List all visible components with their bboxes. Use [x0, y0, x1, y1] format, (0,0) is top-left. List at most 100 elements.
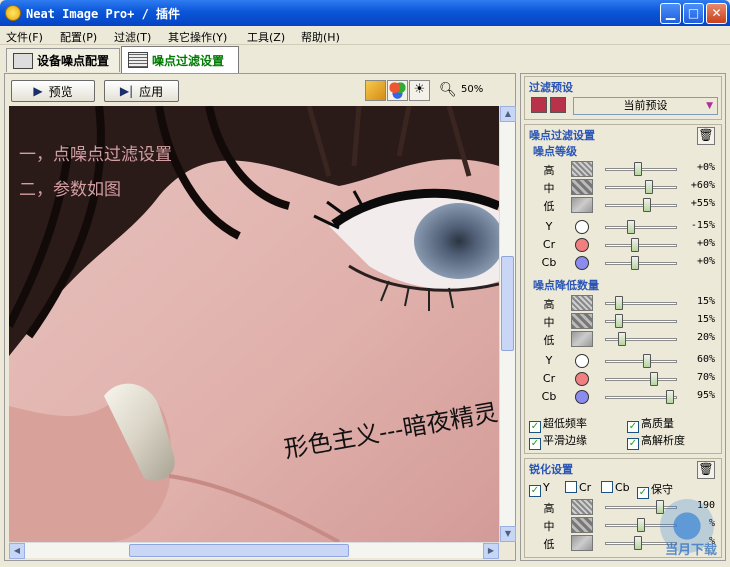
channel-label: Cr: [579, 481, 592, 494]
slider-track[interactable]: [605, 186, 677, 189]
noise-filter-settings-title: 噪点过滤设置: [529, 129, 595, 142]
scroll-left-arrow[interactable]: ◀: [9, 543, 25, 559]
slider-value: 20%: [696, 332, 715, 343]
frequency-texture-icon: [571, 535, 593, 551]
instruction-step1: 一，点噪点过滤设置: [19, 145, 172, 165]
menu-file[interactable]: 文件(F): [6, 29, 43, 45]
vertical-scrollbar[interactable]: ▲ ▼: [499, 106, 516, 542]
filter-preset-section: 过滤预设 当前预设 ▼: [524, 76, 722, 120]
option-label: 高质量: [641, 417, 674, 430]
preset-dropdown[interactable]: 当前预设 ▼: [573, 97, 718, 115]
slider-track[interactable]: [605, 244, 677, 247]
slider-knob[interactable]: [665, 390, 674, 404]
apply-icon: ▶|: [119, 84, 134, 98]
slider-value: 70%: [696, 372, 715, 383]
menu-help[interactable]: 帮助(H): [301, 29, 340, 45]
checkbox-icon: [565, 481, 577, 493]
slider-knob[interactable]: [643, 198, 652, 212]
slider-label: 高: [543, 164, 555, 177]
slider-track[interactable]: [605, 360, 677, 363]
slider-row: 高 15%: [531, 295, 721, 311]
preview-pane: ▶ 预览 ▶| 应用 ☀ 🔍︎ 50% 一，点噪点过滤设置 二，参数如图 形色主…: [4, 73, 516, 561]
slider-knob[interactable]: [649, 372, 658, 386]
open-preset-icon[interactable]: [531, 97, 547, 113]
brightness-icon[interactable]: ☀: [409, 80, 430, 101]
horizontal-scroll-thumb[interactable]: [129, 544, 349, 557]
sharpen-channel-cr[interactable]: Cr: [565, 481, 591, 494]
layers-icon[interactable]: [365, 80, 386, 101]
save-preset-icon[interactable]: [550, 97, 566, 113]
channel-color-icon: [575, 220, 589, 234]
menu-other[interactable]: 其它操作(Y): [168, 29, 227, 45]
menu-tools[interactable]: 工具(Z): [247, 29, 285, 45]
channel-label: Y: [543, 481, 550, 494]
frequency-texture-icon: [571, 197, 593, 213]
preset-dropdown-value: 当前预设: [623, 99, 668, 112]
slider-knob[interactable]: [633, 536, 642, 550]
slider-value: 60%: [696, 354, 715, 365]
channel-color-icon: [575, 238, 589, 252]
frequency-texture-icon: [571, 295, 593, 311]
play-icon: ▶: [33, 84, 43, 98]
slider-knob[interactable]: [617, 332, 626, 346]
slider-track[interactable]: [605, 378, 677, 381]
sliders-icon: [128, 52, 148, 68]
slider-knob[interactable]: [630, 238, 639, 252]
slider-knob[interactable]: [614, 296, 623, 310]
tab-noise-filter-settings[interactable]: 噪点过滤设置: [121, 46, 239, 73]
channel-color-icon: [575, 390, 589, 404]
trash-icon[interactable]: 🗑︎: [697, 127, 715, 145]
sharpen-channel-cb[interactable]: Cb: [601, 481, 630, 494]
tab-label: 噪点过滤设置: [152, 53, 225, 68]
checkbox-icon: [601, 481, 613, 493]
slider-knob[interactable]: [643, 354, 652, 368]
menu-config[interactable]: 配置(P): [60, 29, 97, 45]
slider-track[interactable]: [605, 338, 677, 341]
apply-button[interactable]: ▶| 应用: [104, 80, 179, 102]
slider-knob[interactable]: [637, 518, 645, 532]
maximize-button[interactable]: □: [683, 3, 704, 24]
frequency-texture-icon: [571, 161, 593, 177]
slider-knob[interactable]: [627, 220, 636, 234]
sharpen-conservative[interactable]: ✓ 保守: [637, 481, 673, 499]
channel-label: 保守: [651, 483, 673, 496]
option-high-quality[interactable]: ✓ 高质量: [627, 415, 674, 433]
color-channels-icon[interactable]: [387, 80, 408, 101]
slider-track[interactable]: [605, 262, 677, 265]
vertical-scroll-thumb[interactable]: [501, 256, 514, 351]
tab-device-noise-profile[interactable]: 设备噪点配置: [6, 48, 120, 72]
slider-track[interactable]: [605, 204, 677, 207]
slider-row: 中 15%: [531, 313, 721, 329]
option-smooth-edges[interactable]: ✓ 平滑边缘: [529, 432, 587, 450]
slider-knob[interactable]: [614, 314, 623, 328]
zoom-level[interactable]: 50%: [461, 84, 483, 95]
minimize-button[interactable]: ▁: [660, 3, 681, 24]
scroll-down-arrow[interactable]: ▼: [500, 526, 516, 542]
option-high-resolution[interactable]: ✓ 高解析度: [627, 432, 685, 450]
slider-track[interactable]: [605, 226, 677, 229]
preview-image[interactable]: 一，点噪点过滤设置 二，参数如图 形色主义---暗夜精灵: [9, 106, 499, 542]
close-button[interactable]: ✕: [706, 3, 727, 24]
slider-label: 低: [543, 200, 555, 213]
noise-reduction-title: 噪点降低数量: [533, 279, 599, 292]
sharpen-channel-y[interactable]: ✓ Y: [529, 481, 550, 497]
trash-icon[interactable]: 🗑︎: [697, 461, 715, 479]
scroll-right-arrow[interactable]: ▶: [483, 543, 499, 559]
frequency-texture-icon: [571, 499, 593, 515]
apply-label: 应用: [139, 84, 164, 99]
preview-button[interactable]: ▶ 预览: [11, 80, 95, 102]
frequency-texture-icon: [571, 179, 593, 195]
option-label: 高解析度: [641, 434, 685, 447]
scroll-up-arrow[interactable]: ▲: [500, 106, 516, 122]
slider-knob[interactable]: [630, 256, 639, 270]
slider-value: +0%: [696, 256, 715, 267]
slider-label: Cb: [541, 256, 557, 269]
menu-filter[interactable]: 过滤(T): [114, 29, 151, 45]
checkbox-icon: ✓: [627, 438, 639, 450]
slider-knob[interactable]: [633, 162, 642, 176]
zoom-icon[interactable]: 🔍︎: [439, 82, 457, 98]
horizontal-scrollbar[interactable]: ◀ ▶: [9, 542, 499, 559]
slider-knob[interactable]: [644, 180, 653, 194]
option-ultra-low-freq[interactable]: ✓ 超低频率: [529, 415, 587, 433]
slider-label: 高: [543, 502, 555, 515]
